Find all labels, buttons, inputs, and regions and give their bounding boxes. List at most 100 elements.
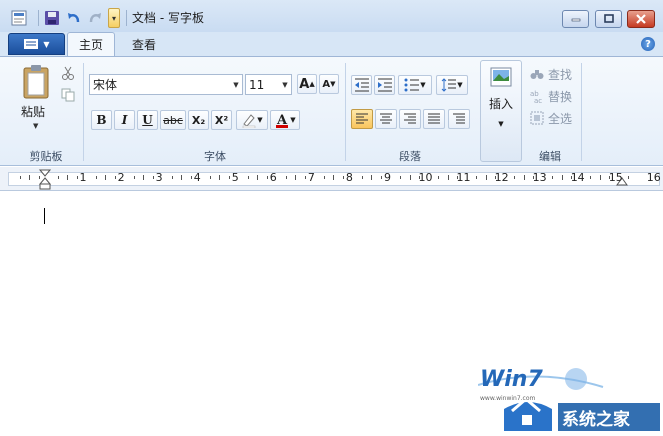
ruler-number: 13	[532, 171, 547, 184]
ruler-tick	[438, 176, 440, 179]
help-icon[interactable]: ?	[641, 37, 655, 51]
font-group-label: 字体	[204, 150, 226, 163]
ruler-tick	[571, 176, 573, 179]
cut-icon[interactable]	[60, 65, 76, 81]
find-button[interactable]: 查找	[530, 65, 572, 83]
svg-text:ac: ac	[534, 97, 542, 103]
replace-button[interactable]: ab ac 替换	[530, 87, 572, 105]
customize-quick-access-chevron-icon[interactable]: ▾	[108, 8, 120, 28]
ruler-number: 8	[345, 171, 353, 184]
paste-chevron-down-icon[interactable]: ▼	[33, 122, 38, 130]
ruler-tick	[361, 176, 363, 179]
insert-button[interactable]: 插入 ▼	[480, 60, 522, 162]
title-bar: ▾ 文档 - 写字板	[0, 0, 663, 32]
ruler-tick	[419, 176, 421, 179]
minimize-icon	[571, 18, 580, 22]
italic-button[interactable]: I	[114, 110, 135, 130]
paste-label[interactable]: 粘贴	[21, 103, 45, 120]
replace-label: 替换	[548, 89, 573, 104]
subscript-button[interactable]: X₂	[188, 110, 209, 130]
justify-button[interactable]	[423, 109, 445, 129]
find-label: 查找	[548, 67, 573, 82]
align-left-button[interactable]	[351, 109, 373, 129]
ruler-tick	[333, 175, 335, 180]
ruler-number: 4	[193, 171, 201, 184]
ruler-tick	[371, 175, 373, 180]
ruler[interactable]: 1 2 3 4 5 6 7 8 9 10 11 12 13 14 15 16	[0, 167, 663, 191]
watermark-url: www.winwin7.com	[480, 395, 536, 402]
bold-button[interactable]: B	[91, 110, 112, 130]
ruler-tick	[514, 176, 516, 179]
paste-button[interactable]	[18, 62, 54, 102]
title-divider	[126, 10, 127, 26]
clipboard-icon	[23, 65, 49, 99]
maximize-button[interactable]	[595, 10, 622, 28]
underline-button[interactable]: U	[137, 110, 158, 130]
ruler-number: 12	[494, 171, 509, 184]
tab-view[interactable]: 查看	[122, 32, 166, 56]
ruler-tick	[304, 176, 306, 179]
highlight-color-button[interactable]: ▼	[236, 110, 268, 130]
ruler-tick	[628, 176, 630, 179]
save-icon[interactable]	[43, 7, 61, 29]
ruler-tick	[76, 176, 78, 179]
watermark-brand: Win7	[480, 367, 543, 392]
close-button[interactable]	[627, 10, 655, 28]
tab-home[interactable]: 主页	[67, 32, 115, 56]
superscript-button[interactable]: X²	[211, 110, 232, 130]
ruler-tick	[380, 176, 382, 179]
text-color-chevron-down-icon: ▼	[290, 116, 296, 124]
undo-icon[interactable]	[65, 7, 83, 29]
ruler-tick	[457, 176, 459, 179]
tab-home-label: 主页	[78, 38, 103, 52]
increase-indent-icon	[377, 78, 392, 92]
insert-chevron-down-icon: ▼	[498, 120, 504, 128]
menu-chevron-down-icon: ▼	[43, 39, 50, 49]
align-right-button[interactable]	[399, 109, 421, 129]
ruler-number: 3	[155, 171, 163, 184]
ruler-tick	[247, 176, 249, 179]
decrease-indent-icon	[354, 78, 369, 92]
paragraph-group-label: 段落	[399, 150, 421, 163]
strikethrough-button[interactable]: abc	[160, 110, 186, 130]
decrease-indent-button[interactable]	[351, 75, 372, 95]
line-spacing-button[interactable]: ▼	[436, 75, 468, 95]
minimize-button[interactable]	[562, 10, 589, 28]
ruler-tick	[133, 176, 135, 179]
highlight-chevron-down-icon: ▼	[257, 116, 263, 124]
close-icon	[636, 14, 646, 24]
shrink-font-button[interactable]: A ▼	[319, 74, 339, 94]
text-color-icon: A	[276, 113, 289, 128]
ruler-tick	[552, 176, 554, 179]
highlighter-icon	[243, 114, 256, 128]
copy-icon[interactable]	[60, 87, 76, 103]
ruler-tick	[257, 175, 259, 180]
text-color-button[interactable]: A ▼	[270, 110, 300, 130]
font-family-select[interactable]: 宋体 ▼	[89, 74, 243, 95]
redo-icon[interactable]	[86, 7, 104, 29]
ruler-tick	[485, 175, 487, 180]
first-line-indent-marker[interactable]	[38, 169, 52, 194]
paragraph-settings-button[interactable]	[448, 109, 470, 129]
increase-indent-button[interactable]	[374, 75, 395, 95]
ruler-tick	[476, 176, 478, 179]
select-all-icon	[530, 111, 544, 125]
grow-font-button[interactable]: A ▲	[297, 74, 317, 94]
select-all-button[interactable]: 全选	[530, 109, 572, 127]
ruler-number: 10	[418, 171, 433, 184]
wordpad-app-icon[interactable]	[10, 7, 28, 29]
ruler-tick	[143, 175, 145, 180]
clipboard-group-label: 剪贴板	[29, 150, 63, 163]
ruler-tick	[590, 176, 592, 179]
ruler-tick	[38, 176, 40, 179]
ruler-tick	[114, 176, 116, 179]
ruler-number: 16	[646, 171, 661, 184]
list-button[interactable]: ▼	[398, 75, 432, 95]
application-menu-button[interactable]: ▼	[8, 33, 65, 55]
font-size-select[interactable]: 11 ▼	[245, 74, 292, 95]
align-center-button[interactable]	[375, 109, 397, 129]
list-chevron-down-icon: ▼	[420, 81, 426, 89]
ruler-tick	[295, 175, 297, 180]
ruler-tick	[29, 175, 31, 180]
ruler-tick	[228, 176, 230, 179]
